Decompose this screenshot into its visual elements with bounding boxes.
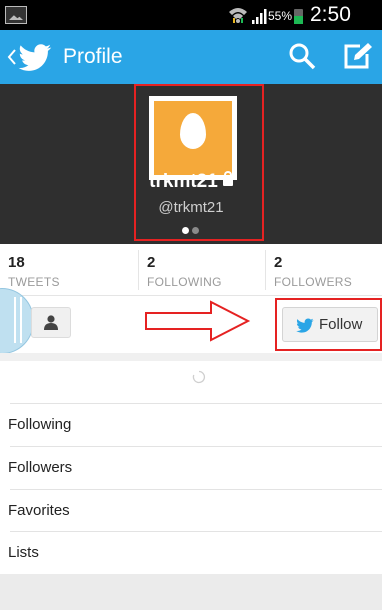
highlight-box-profile bbox=[134, 84, 264, 241]
follow-button[interactable]: Follow bbox=[282, 307, 378, 342]
compose-icon[interactable] bbox=[343, 42, 373, 70]
twitter-bird-icon[interactable] bbox=[18, 44, 52, 71]
footer-area bbox=[0, 574, 382, 610]
search-icon[interactable] bbox=[288, 42, 316, 70]
stat-label: FOLLOWERS bbox=[274, 275, 353, 289]
signal-icon bbox=[252, 9, 267, 24]
battery-icon bbox=[294, 9, 303, 24]
stat-following[interactable]: 2 FOLLOWING bbox=[139, 244, 265, 296]
menu-label: Followers bbox=[8, 459, 73, 476]
person-icon bbox=[44, 315, 58, 330]
loading-spinner-icon bbox=[192, 370, 206, 384]
menu-item-following[interactable]: Following bbox=[0, 404, 382, 446]
follow-label: Follow bbox=[319, 316, 363, 333]
menu-label: Lists bbox=[8, 544, 39, 561]
menu-item-lists[interactable]: Lists bbox=[0, 532, 382, 574]
stat-tweets[interactable]: 18 TWEETS bbox=[0, 244, 138, 296]
profile-screen: 55% 2:50 PM Profile trkmt21 @trkmt21 bbox=[0, 0, 382, 610]
action-bar: Profile bbox=[0, 30, 382, 84]
section-divider bbox=[0, 353, 382, 361]
wifi-icon bbox=[229, 8, 247, 23]
stat-number: 2 bbox=[274, 254, 283, 271]
stat-followers[interactable]: 2 FOLLOWERS bbox=[266, 244, 382, 296]
battery-percent: 55% bbox=[268, 9, 293, 23]
stat-number: 2 bbox=[147, 254, 156, 271]
user-actions-button[interactable] bbox=[31, 307, 71, 338]
menu-item-followers[interactable]: Followers bbox=[0, 447, 382, 489]
gallery-icon bbox=[5, 6, 27, 24]
status-bar: 55% 2:50 PM bbox=[0, 0, 382, 50]
page-title: Profile bbox=[63, 45, 123, 68]
stat-number: 18 bbox=[8, 254, 25, 271]
right-arrow-annotation bbox=[145, 300, 251, 342]
stat-label: FOLLOWING bbox=[147, 275, 222, 289]
drag-lines-icon bbox=[14, 297, 22, 343]
battery-level-fill bbox=[294, 15, 303, 24]
twitter-bird-icon bbox=[296, 318, 314, 333]
stat-label: TWEETS bbox=[8, 275, 60, 289]
stats-bar: 18 TWEETS 2 FOLLOWING 2 FOLLOWERS bbox=[0, 244, 382, 296]
menu-item-favorites[interactable]: Favorites bbox=[0, 490, 382, 532]
menu-label: Following bbox=[8, 416, 72, 433]
menu-label: Favorites bbox=[8, 502, 70, 519]
